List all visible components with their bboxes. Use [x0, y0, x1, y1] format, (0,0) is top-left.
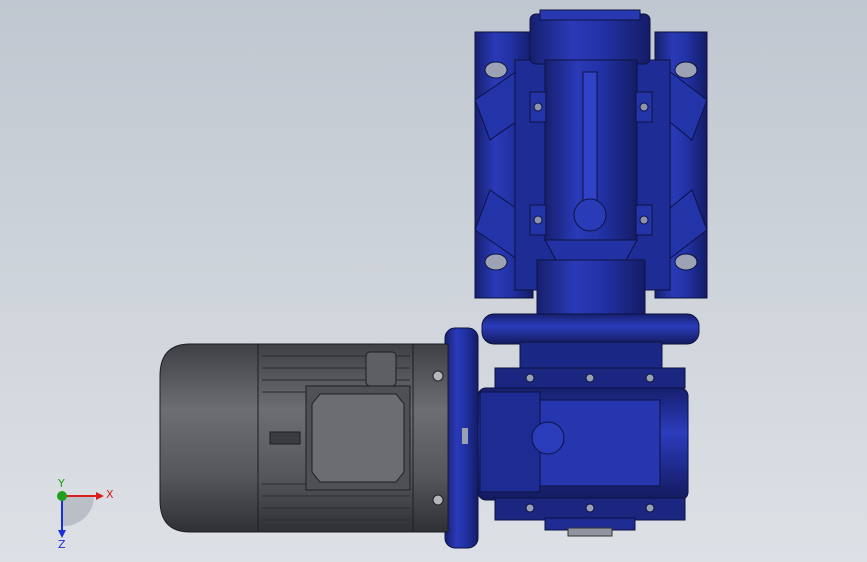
motor-flange[interactable]: [444, 327, 479, 549]
z-axis-label: Z: [58, 538, 66, 548]
electric-motor[interactable]: [159, 343, 449, 533]
worm-gearbox-housing[interactable]: [474, 9, 708, 371]
gear-motor-model[interactable]: [0, 0, 867, 562]
coordinate-triad: X Y Z: [57, 478, 114, 548]
graphics-viewport[interactable]: X Y Z: [0, 0, 867, 562]
z-axis-arrowhead: [58, 530, 66, 538]
x-axis-label: X: [106, 488, 114, 501]
x-axis-arrowhead: [96, 492, 104, 500]
y-axis-origin: [57, 491, 67, 501]
y-axis-label: Y: [57, 478, 65, 490]
helical-prestage-housing[interactable]: [477, 367, 689, 537]
